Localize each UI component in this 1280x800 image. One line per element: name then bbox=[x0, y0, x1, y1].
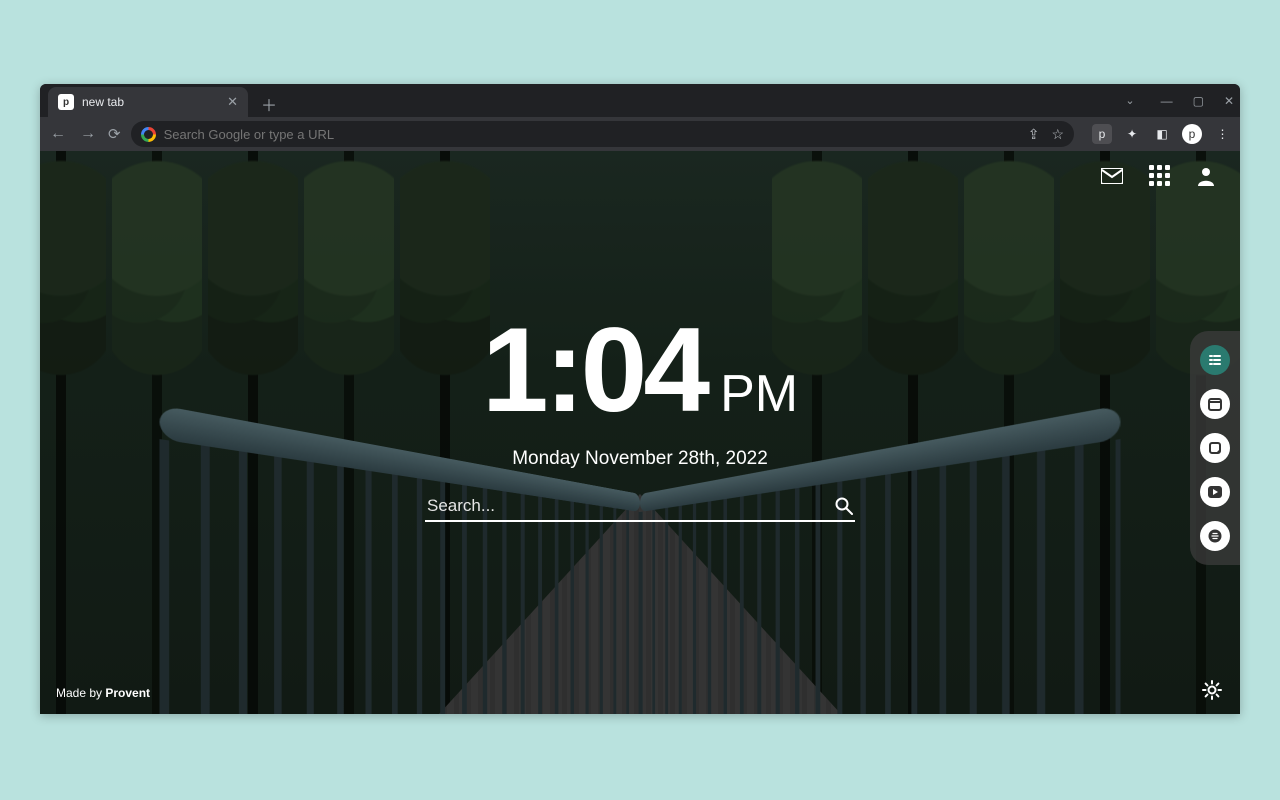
forward-button[interactable]: → bbox=[78, 125, 98, 143]
window-close-icon[interactable]: ✕ bbox=[1224, 94, 1234, 108]
reload-button[interactable]: ⟳ bbox=[108, 125, 121, 143]
apps-grid-icon[interactable] bbox=[1149, 165, 1170, 186]
browser-menu-icon[interactable]: ⋮ bbox=[1212, 124, 1232, 144]
page-top-right-icons bbox=[1101, 165, 1216, 186]
clock-ampm: PM bbox=[720, 364, 798, 424]
tab-search-chevron-icon[interactable]: ⌄ bbox=[1125, 94, 1134, 107]
calendar-icon[interactable] bbox=[1200, 389, 1230, 419]
browser-toolbar: ← → ⟳ ⇪ ☆ p ✦ ◧ p ⋮ bbox=[40, 117, 1240, 151]
back-button[interactable]: ← bbox=[48, 125, 68, 143]
window-controls: ⌄ ― ▢ ✕ bbox=[1125, 84, 1234, 117]
tasks-icon[interactable] bbox=[1200, 345, 1230, 375]
window-maximize-icon[interactable]: ▢ bbox=[1193, 94, 1204, 108]
music-icon[interactable] bbox=[1200, 521, 1230, 551]
bookmark-star-icon[interactable]: ☆ bbox=[1051, 126, 1064, 143]
tab-title: new tab bbox=[82, 95, 124, 109]
center-widget: 1:04 PM Monday November 28th, 2022 bbox=[425, 310, 855, 522]
tab-strip: p new tab ✕ ＋ ⌄ ― ▢ ✕ bbox=[40, 84, 1240, 117]
sidepanel-icon[interactable]: ◧ bbox=[1152, 124, 1172, 144]
profile-icon[interactable] bbox=[1196, 166, 1216, 186]
clock-time: 1:04 bbox=[482, 310, 706, 430]
extension-provent-icon[interactable]: p bbox=[1092, 124, 1112, 144]
page-search-bar[interactable] bbox=[425, 492, 855, 522]
address-input[interactable] bbox=[164, 127, 1020, 142]
browser-window: p new tab ✕ ＋ ⌄ ― ▢ ✕ ← → ⟳ ⇪ ☆ p ✦ ◧ p bbox=[40, 84, 1240, 714]
share-icon[interactable]: ⇪ bbox=[1028, 126, 1040, 143]
new-tab-page: 1:04 PM Monday November 28th, 2022 bbox=[40, 151, 1240, 714]
address-bar[interactable]: ⇪ ☆ bbox=[131, 121, 1074, 147]
video-icon[interactable] bbox=[1200, 477, 1230, 507]
tab-favicon: p bbox=[58, 94, 74, 110]
mail-icon[interactable] bbox=[1101, 168, 1123, 184]
tab-new-tab[interactable]: p new tab ✕ bbox=[48, 87, 248, 117]
footer-brand: Provent bbox=[105, 686, 150, 700]
extensions-puzzle-icon[interactable]: ✦ bbox=[1122, 124, 1142, 144]
settings-gear-icon[interactable] bbox=[1202, 680, 1222, 700]
tab-close-icon[interactable]: ✕ bbox=[227, 94, 238, 110]
clock: 1:04 PM bbox=[425, 310, 855, 430]
extension-icons: p ✦ ◧ p ⋮ bbox=[1092, 124, 1232, 144]
side-dock bbox=[1190, 331, 1240, 565]
search-icon[interactable] bbox=[835, 497, 853, 515]
date-text: Monday November 28th, 2022 bbox=[425, 448, 855, 470]
page-search-input[interactable] bbox=[427, 496, 823, 516]
google-icon bbox=[141, 127, 156, 142]
new-tab-button[interactable]: ＋ bbox=[256, 91, 282, 117]
footer-prefix: Made by bbox=[56, 686, 105, 700]
notes-icon[interactable] bbox=[1200, 433, 1230, 463]
window-minimize-icon[interactable]: ― bbox=[1161, 94, 1173, 108]
footer-credit: Made by Provent bbox=[56, 686, 150, 700]
profile-extension-icon[interactable]: p bbox=[1182, 124, 1202, 144]
